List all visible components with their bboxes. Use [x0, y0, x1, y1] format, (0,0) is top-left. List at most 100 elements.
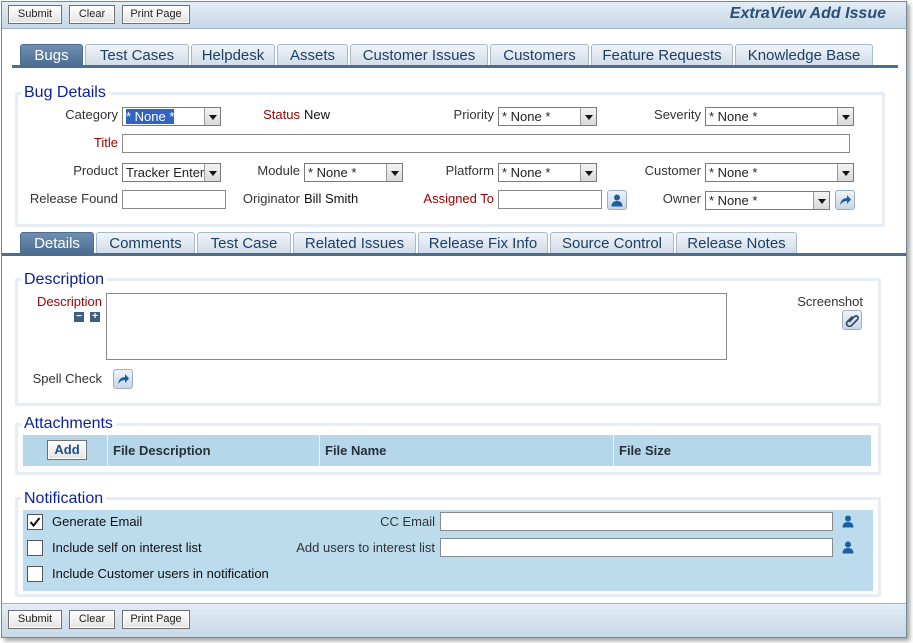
user-lookup-icon	[842, 515, 854, 528]
paperclip-icon	[845, 315, 859, 327]
product-label: Product	[73, 163, 118, 178]
clear-button[interactable]: Clear	[69, 5, 115, 24]
status-label: Status	[263, 107, 300, 122]
priority-select[interactable]: * None *	[498, 107, 597, 126]
description-label: Description	[36, 294, 102, 309]
notification-panel: Generate Email Include self on interest …	[23, 510, 873, 591]
cc-email-lookup-button[interactable]	[839, 512, 859, 532]
tab-test-case[interactable]: Test Case	[197, 232, 291, 254]
user-lookup-icon	[842, 541, 854, 554]
assigned-to-input[interactable]	[498, 190, 602, 209]
tab-source-control[interactable]: Source Control	[550, 232, 674, 254]
owner-select[interactable]: * None *	[705, 191, 830, 210]
priority-value: * None *	[502, 109, 551, 124]
notification-section-title: Notification	[21, 490, 107, 508]
add-users-lookup-button[interactable]	[839, 538, 859, 558]
bottom-toolbar: Submit Clear Print Page	[2, 603, 906, 637]
tab-comments[interactable]: Comments	[96, 232, 195, 254]
module-label: Module	[257, 163, 300, 178]
tab-test-cases[interactable]: Test Cases	[85, 44, 189, 66]
checkmark-icon	[29, 517, 41, 528]
attachments-section-title: Attachments	[21, 415, 116, 433]
assigned-to-label: Assigned To	[423, 191, 494, 206]
priority-label: Priority	[453, 107, 494, 122]
platform-label: Platform	[445, 163, 494, 178]
owner-label: Owner	[662, 191, 701, 206]
chevron-down-icon	[580, 164, 596, 181]
title-label: Title	[93, 135, 118, 150]
generate-email-checkbox[interactable]	[27, 514, 43, 530]
chevron-down-icon	[580, 108, 596, 125]
category-select[interactable]: * None *	[122, 107, 221, 126]
expand-icon[interactable]: +	[90, 312, 100, 322]
print-page-button-bottom[interactable]: Print Page	[122, 610, 190, 629]
description-textarea[interactable]	[106, 293, 727, 360]
cc-email-label: CC Email	[380, 514, 435, 529]
platform-select[interactable]: * None *	[498, 163, 597, 182]
tab-release-notes[interactable]: Release Notes	[676, 232, 797, 254]
tab-bugs[interactable]: Bugs	[20, 44, 83, 66]
print-page-button[interactable]: Print Page	[122, 5, 190, 24]
tab-knowledge-base[interactable]: Knowledge Base	[735, 44, 873, 66]
add-attachment-button[interactable]: Add	[47, 440, 87, 460]
app-title: ExtraView Add Issue	[729, 5, 886, 22]
column-divider	[319, 435, 320, 467]
status-value: New	[304, 107, 331, 122]
title-input[interactable]	[122, 134, 850, 153]
screenshot-label: Screenshot	[797, 294, 863, 309]
module-select[interactable]: * None *	[304, 163, 403, 182]
chevron-down-icon	[204, 108, 220, 125]
column-file-name[interactable]: File Name	[325, 443, 386, 458]
include-self-label: Include self on interest list	[52, 540, 202, 555]
collapse-icon[interactable]: −	[74, 312, 84, 322]
originator-value: Bill Smith	[304, 191, 359, 206]
customer-value: * None *	[709, 165, 758, 180]
product-select[interactable]: Tracker Enter	[122, 163, 221, 182]
attachments-grid-header: Add File Description File Name File Size	[23, 434, 871, 467]
category-label: Category	[65, 107, 118, 122]
module-value: * None *	[308, 165, 357, 180]
chevron-down-icon	[204, 164, 220, 181]
owner-value: * None *	[709, 193, 758, 208]
tab-helpdesk[interactable]: Helpdesk	[191, 44, 275, 66]
tab-assets[interactable]: Assets	[277, 44, 348, 66]
include-self-checkbox[interactable]	[27, 540, 43, 556]
include-customer-checkbox[interactable]	[27, 566, 43, 582]
arrow-action-icon	[840, 195, 851, 205]
cc-email-input[interactable]	[440, 512, 833, 531]
tab-customer-issues[interactable]: Customer Issues	[350, 44, 488, 66]
add-users-input[interactable]	[440, 538, 833, 557]
include-customer-label: Include Customer users in notification	[52, 566, 269, 581]
tab-related-issues[interactable]: Related Issues	[293, 232, 416, 254]
spell-check-label: Spell Check	[32, 371, 102, 386]
window: Submit Clear Print Page ExtraView Add Is…	[1, 1, 907, 638]
tab-details[interactable]: Details	[20, 232, 94, 254]
tab-release-fix-info[interactable]: Release Fix Info	[418, 232, 548, 254]
screenshot-button[interactable]	[842, 310, 862, 330]
tab-customers[interactable]: Customers	[490, 44, 589, 66]
spell-check-button[interactable]	[113, 369, 133, 389]
tab-feature-requests[interactable]: Feature Requests	[591, 44, 733, 66]
customer-label: Customer	[644, 163, 701, 178]
column-divider	[613, 435, 614, 467]
owner-action-button[interactable]	[835, 190, 855, 210]
severity-select[interactable]: * None *	[705, 107, 854, 126]
release-found-label: Release Found	[29, 191, 118, 206]
column-file-size[interactable]: File Size	[619, 443, 671, 458]
arrow-action-icon	[118, 374, 129, 384]
column-file-description[interactable]: File Description	[113, 443, 211, 458]
customer-select[interactable]: * None *	[705, 163, 854, 182]
release-found-input[interactable]	[122, 190, 226, 209]
clear-button-bottom[interactable]: Clear	[69, 610, 115, 629]
chevron-down-icon	[813, 192, 829, 209]
generate-email-label: Generate Email	[52, 514, 143, 529]
chevron-down-icon	[386, 164, 402, 181]
severity-value: * None *	[709, 109, 758, 124]
originator-label: Originator	[242, 191, 300, 206]
submit-button-bottom[interactable]: Submit	[8, 610, 62, 629]
bug-details-title: Bug Details	[21, 84, 109, 102]
platform-value: * None *	[502, 165, 551, 180]
detail-tab-divider	[2, 253, 906, 256]
description-section-title: Description	[21, 271, 108, 289]
submit-button[interactable]: Submit	[8, 5, 62, 24]
